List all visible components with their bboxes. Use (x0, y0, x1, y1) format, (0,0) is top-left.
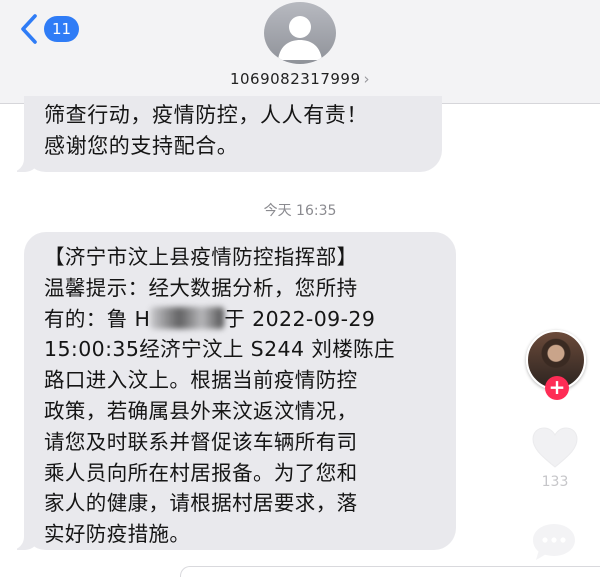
like-count: 133 (541, 474, 569, 490)
chevron-left-icon (21, 14, 37, 44)
contact-avatar-icon[interactable] (264, 2, 336, 64)
redacted-plate (150, 306, 225, 329)
back-button[interactable]: 11 (20, 12, 80, 46)
chevron-right-icon: › (363, 70, 371, 88)
heart-icon[interactable] (530, 425, 580, 471)
message-text: 筛查行动，疫情防控，人人有责！ 感谢您的支持配合。 (44, 103, 368, 158)
conversation-header: 11 1069082317999 › (0, 0, 600, 104)
follow-button[interactable]: + (545, 376, 569, 400)
comment-input-bar[interactable] (180, 566, 600, 577)
message-text: 【济宁市汶上县疫情防控指挥部】 温馨提示：经大数据分析，您所持 有的：鲁 H于 … (44, 242, 438, 550)
comment-icon[interactable] (530, 520, 578, 564)
unread-count-badge: 11 (44, 16, 80, 42)
message-text-part: 于 2022-09-29 15:00:35经济宁汶上 S244 刘楼陈庄 路口进… (44, 306, 395, 547)
sender-number-text: 1069082317999 (229, 70, 361, 88)
message-timestamp: 今天 16:35 (263, 203, 337, 219)
message-bubble[interactable]: 【济宁市汶上县疫情防控指挥部】 温馨提示：经大数据分析，您所持 有的：鲁 H于 … (0, 232, 456, 550)
message-bubble[interactable]: 筛查行动，疫情防控，人人有责！ 感谢您的支持配合。 (0, 96, 442, 172)
sender-number[interactable]: 1069082317999 › (0, 70, 600, 88)
